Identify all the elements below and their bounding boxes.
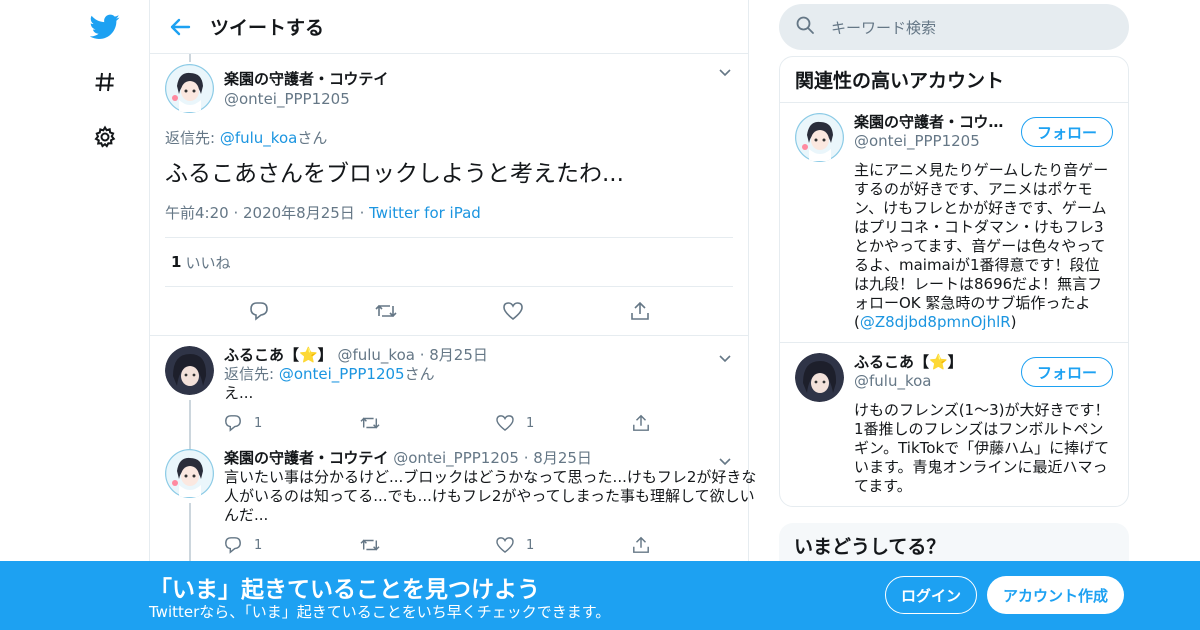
login-button[interactable]: ログイン: [885, 576, 977, 614]
signup-banner: 「いま」起きていることを見つけよう Twitterなら、「いま」起きていることを…: [0, 561, 1200, 630]
reply-prefix: 返信先:: [224, 365, 279, 383]
thread-line: [189, 503, 191, 563]
like-count: 1: [171, 253, 182, 271]
hashtag-icon[interactable]: [90, 67, 120, 97]
share-action[interactable]: [632, 536, 768, 554]
account-item[interactable]: ふるこあ【⭐】 @fulu_koa けものフレンズ(1〜3)が大好きです！1番推…: [780, 343, 1128, 506]
tweet-text: え...: [224, 384, 254, 402]
reply-action[interactable]: 1: [224, 536, 360, 555]
like-count: 1: [526, 415, 535, 431]
reply-count: 1: [254, 537, 263, 553]
twitter-bird-icon[interactable]: [90, 12, 120, 42]
related-title: 関連性の高いアカウント: [780, 57, 1128, 103]
avatar[interactable]: [165, 346, 214, 395]
author-name[interactable]: 楽園の守護者・コウテイ: [224, 449, 388, 467]
gear-icon[interactable]: [90, 122, 120, 152]
reply-suffix: さん: [297, 129, 328, 147]
back-arrow-icon[interactable]: [150, 0, 210, 54]
bio-link[interactable]: @Z8djbd8pmnOjhlR: [860, 313, 1011, 331]
reply-header: 楽園の守護者・コウテイ @ontei_PPP1205 · 8月25日: [224, 449, 592, 467]
share-action[interactable]: [632, 414, 768, 432]
share-icon: [633, 536, 649, 553]
reply-prefix: 返信先:: [165, 129, 220, 147]
account-item[interactable]: 楽園の守護者・コウテイ @ontei_PPP1205 主にアニメ見たりゲームした…: [780, 103, 1128, 343]
share-icon[interactable]: [629, 300, 651, 322]
retweet-action[interactable]: [360, 414, 496, 432]
tweet-date[interactable]: 8月25日: [533, 449, 592, 467]
account-bio: 主にアニメ見たりゲームしたり音ゲーするのが好きです、アニメはポケモン、けもフレと…: [854, 161, 1113, 332]
account-bio: けものフレンズ(1〜3)が大好きです！1番推しのフレンズはフンボルトペンギン。T…: [854, 401, 1110, 495]
reply-header: ふるこあ【⭐】 @fulu_koa · 8月25日: [224, 346, 488, 364]
thread-line: [189, 54, 191, 62]
tweet-date[interactable]: 2020年8月25日: [243, 204, 355, 222]
tweet-client[interactable]: Twitter for iPad: [369, 204, 481, 222]
banner-subtitle: Twitterなら、「いま」起きていることをいち早くチェックできます。: [149, 603, 611, 621]
retweet-icon[interactable]: [374, 300, 397, 322]
follow-button[interactable]: フォロー: [1021, 117, 1113, 147]
search-box[interactable]: キーワード検索: [779, 4, 1129, 50]
heart-icon: [496, 537, 514, 553]
bio-end: ): [1010, 313, 1017, 331]
tweet-time[interactable]: 午前4:20: [165, 204, 229, 222]
account-name[interactable]: ふるこあ【⭐】: [854, 353, 1004, 372]
tweet-actions: 1 1: [224, 413, 768, 433]
avatar[interactable]: [165, 64, 214, 113]
author-handle[interactable]: @ontei_PPP1205: [393, 449, 519, 467]
signup-button[interactable]: アカウント作成: [987, 576, 1124, 614]
header: ツイートする: [150, 0, 748, 54]
reply-to-link[interactable]: @ontei_PPP1205: [279, 365, 405, 383]
heart-icon: [496, 415, 514, 431]
tweet-actions: 1 1: [224, 535, 768, 555]
avatar[interactable]: [165, 449, 214, 498]
right-sidebar: キーワード検索 関連性の高いアカウント 楽園の守護者・コウテイ @ontei_P…: [779, 0, 1129, 593]
reply-icon: [225, 537, 241, 554]
bio-text: 主にアニメ見たりゲームしたり音ゲーするのが好きです、アニメはポケモン、けもフレと…: [854, 161, 1109, 331]
like-stats[interactable]: 1 いいね: [165, 238, 733, 287]
author-name[interactable]: ふるこあ【⭐】: [224, 346, 333, 364]
chevron-down-icon[interactable]: [718, 453, 732, 467]
main-tweet: 楽園の守護者・コウテイ @ontei_PPP1205 返信先: @fulu_ko…: [150, 54, 748, 336]
reply-to-link[interactable]: @fulu_koa: [220, 129, 297, 147]
reply-action[interactable]: 1: [224, 414, 360, 433]
tweet-text: ふるこあさんをブロックしようと考えたわ...: [165, 161, 624, 187]
retweet-action[interactable]: [360, 536, 496, 554]
tweet-text: 言いたい事は分かるけど...ブロックはどうかなって思った...けもフレ2が好きな…: [224, 468, 757, 524]
reply-suffix: さん: [404, 365, 435, 383]
chevron-down-icon[interactable]: [718, 350, 732, 364]
share-icon: [633, 414, 649, 431]
reply-icon: [225, 415, 241, 432]
related-accounts-card: 関連性の高いアカウント 楽園の守護者・コウテイ @ontei_PPP1205 主…: [779, 56, 1129, 507]
heart-icon[interactable]: [502, 300, 524, 322]
like-count: 1: [526, 537, 535, 553]
reply-tweet[interactable]: 楽園の守護者・コウテイ @ontei_PPP1205 · 8月25日 言いたい事…: [150, 439, 756, 563]
author-handle[interactable]: @fulu_koa: [337, 346, 414, 364]
timeline-column: ツイートする 楽園の守護者・コウテイ @ontei_PPP1205 返信先: @…: [149, 0, 756, 630]
reply-context: 返信先: @ontei_PPP1205さん: [224, 365, 768, 384]
search-icon: [795, 15, 815, 39]
tweet-meta: 午前4:20 · 2020年8月25日 · Twitter for iPad: [165, 204, 481, 222]
avatar[interactable]: [795, 113, 844, 162]
retweet-icon: [360, 539, 380, 551]
reply-tweet[interactable]: ふるこあ【⭐】 @fulu_koa · 8月25日 返信先: @ontei_PP…: [150, 336, 748, 460]
follow-button[interactable]: フォロー: [1021, 357, 1113, 387]
author-name[interactable]: 楽園の守護者・コウテイ: [224, 69, 388, 89]
tweet-actions: [165, 287, 733, 335]
author-handle[interactable]: @ontei_PPP1205: [224, 89, 388, 109]
avatar[interactable]: [795, 353, 844, 402]
chevron-down-icon[interactable]: [718, 64, 732, 78]
retweet-icon: [360, 417, 380, 429]
reply-context: 返信先: @fulu_koaさん: [165, 127, 733, 148]
tweet-date[interactable]: 8月25日: [429, 346, 488, 364]
like-label: いいね: [185, 253, 231, 272]
page: ツイートする 楽園の守護者・コウテイ @ontei_PPP1205 返信先: @…: [0, 0, 1200, 630]
like-action[interactable]: 1: [496, 414, 632, 433]
reply-icon[interactable]: [248, 300, 270, 322]
reply-count: 1: [254, 415, 263, 431]
banner-title: 「いま」起きていることを見つけよう: [149, 577, 540, 603]
page-title: ツイートする: [210, 17, 325, 39]
like-action[interactable]: 1: [496, 536, 632, 555]
account-name[interactable]: 楽園の守護者・コウテイ: [854, 113, 1004, 132]
search-input[interactable]: キーワード検索: [831, 17, 936, 38]
